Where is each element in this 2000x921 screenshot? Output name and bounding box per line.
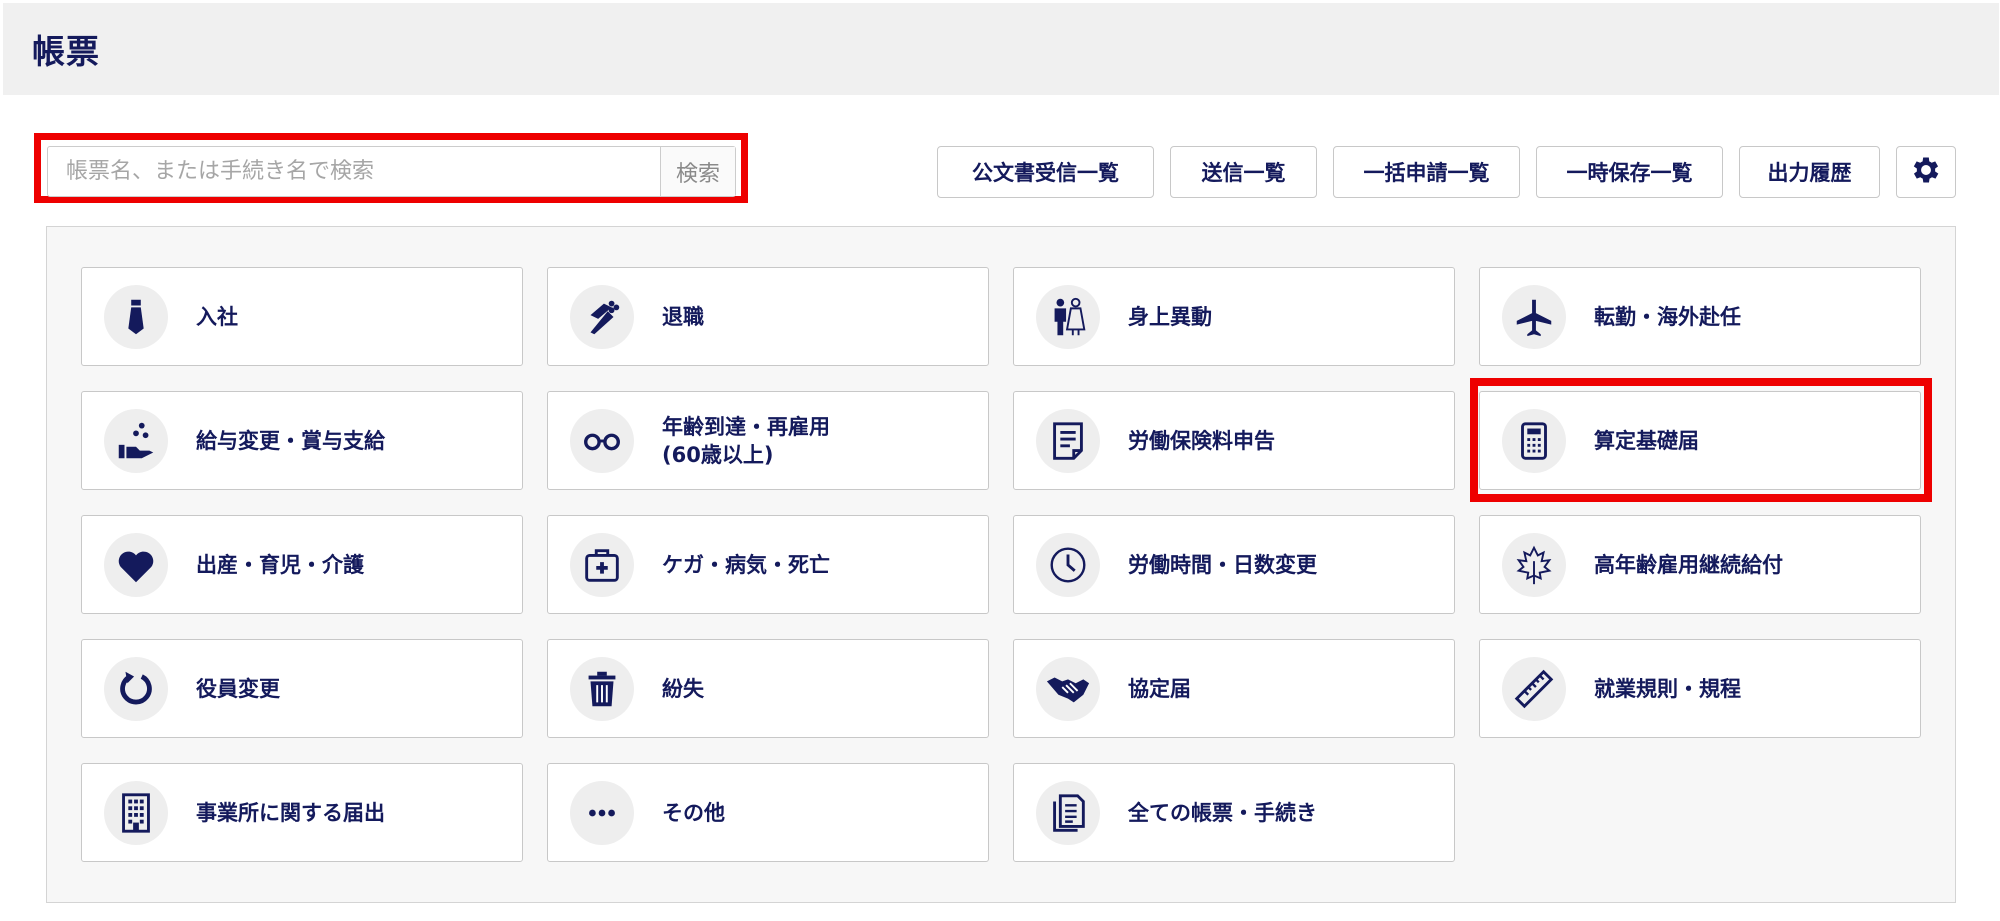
search-box: 検索 — [47, 146, 736, 197]
temporary-saved-list-button[interactable]: 一時保存一覧 — [1536, 146, 1723, 198]
category-tile-labor-insurance[interactable]: 労働保険料申告 — [1013, 391, 1455, 490]
category-label: 就業規則・規程 — [1594, 676, 1741, 701]
category-tile-transfer-overseas[interactable]: 転勤・海外赴任 — [1479, 267, 1921, 366]
category-tile-working-hours[interactable]: 労働時間・日数変更 — [1013, 515, 1455, 614]
category-tile-office-notification[interactable]: 事業所に関する届出 — [81, 763, 523, 862]
category-label: 協定届 — [1128, 676, 1191, 701]
category-tile-officer-change[interactable]: 役員変更 — [81, 639, 523, 738]
category-label: 全ての帳票・手続き — [1128, 800, 1317, 825]
category-tile-work-rules[interactable]: 就業規則・規程 — [1479, 639, 1921, 738]
category-label: 退職 — [662, 304, 704, 329]
category-label: 年齢到達・再雇用 (60歳以上) — [662, 414, 830, 467]
category-tile-salary-bonus[interactable]: 給与変更・賞与支給 — [81, 391, 523, 490]
ellipsis-icon — [570, 781, 634, 845]
category-label: 高年齢雇用継続給付 — [1594, 552, 1783, 577]
glasses-icon — [570, 409, 634, 473]
category-label: 入社 — [196, 304, 238, 329]
first-aid-kit-icon — [570, 533, 634, 597]
category-tile-resignation[interactable]: 退職 — [547, 267, 989, 366]
documents-icon — [1036, 781, 1100, 845]
output-history-button[interactable]: 出力履歴 — [1739, 146, 1880, 198]
category-tile-personal-change[interactable]: 身上異動 — [1013, 267, 1455, 366]
category-label: 紛失 — [662, 676, 704, 701]
maple-leaf-icon — [1502, 533, 1566, 597]
category-label: 給与変更・賞与支給 — [196, 428, 385, 453]
search-highlight-frame: 検索 — [34, 133, 748, 203]
category-label: 事業所に関する届出 — [196, 800, 385, 825]
category-label: その他 — [662, 800, 725, 825]
category-tile-joining[interactable]: 入社 — [81, 267, 523, 366]
search-input[interactable] — [48, 147, 660, 196]
category-tile-injury-illness[interactable]: ケガ・病気・死亡 — [547, 515, 989, 614]
necktie-icon — [104, 285, 168, 349]
category-tile-elderly-employment[interactable]: 高年齢雇用継続給付 — [1479, 515, 1921, 614]
category-label: 算定基礎届 — [1594, 428, 1699, 453]
ruler-icon — [1502, 657, 1566, 721]
category-tile-agreement[interactable]: 協定届 — [1013, 639, 1455, 738]
couple-icon — [1036, 285, 1100, 349]
building-icon — [104, 781, 168, 845]
refresh-icon — [104, 657, 168, 721]
category-label: 転勤・海外赴任 — [1594, 304, 1741, 329]
calculator-icon — [1502, 409, 1566, 473]
category-label: 役員変更 — [196, 676, 280, 701]
category-label: 出産・育児・介護 — [196, 552, 364, 577]
category-tile-lost[interactable]: 紛失 — [547, 639, 989, 738]
category-tile-other[interactable]: その他 — [547, 763, 989, 862]
page-header: 帳票 — [3, 3, 1999, 95]
received-documents-button[interactable]: 公文書受信一覧 — [937, 146, 1154, 198]
airplane-icon — [1502, 285, 1566, 349]
bulk-application-list-button[interactable]: 一括申請一覧 — [1333, 146, 1520, 198]
page-title: 帳票 — [32, 32, 100, 71]
category-tile-all-forms[interactable]: 全ての帳票・手続き — [1013, 763, 1455, 862]
sent-list-button[interactable]: 送信一覧 — [1170, 146, 1317, 198]
hand-coins-icon — [104, 409, 168, 473]
category-tile-santei-kiso[interactable]: 算定基礎届 — [1479, 391, 1921, 490]
settings-button[interactable] — [1896, 146, 1956, 198]
clock-icon — [1036, 533, 1100, 597]
category-label: 身上異動 — [1128, 304, 1212, 329]
gear-icon — [1909, 153, 1943, 192]
category-tile-childbirth-care[interactable]: 出産・育児・介護 — [81, 515, 523, 614]
heart-icon — [104, 533, 168, 597]
handshake-icon — [1036, 657, 1100, 721]
category-label: 労働時間・日数変更 — [1128, 552, 1317, 577]
form-category-grid: 入社 退職 身上異動 転勤・海外赴任 給与変更・賞与支給 年齢到達・再雇用 (6… — [46, 226, 1956, 903]
search-button[interactable]: 検索 — [660, 147, 735, 196]
category-label: 労働保険料申告 — [1128, 428, 1275, 453]
category-label: ケガ・病気・死亡 — [662, 552, 830, 577]
document-icon — [1036, 409, 1100, 473]
category-tile-age-reemployment[interactable]: 年齢到達・再雇用 (60歳以上) — [547, 391, 989, 490]
bouquet-icon — [570, 285, 634, 349]
trash-icon — [570, 657, 634, 721]
